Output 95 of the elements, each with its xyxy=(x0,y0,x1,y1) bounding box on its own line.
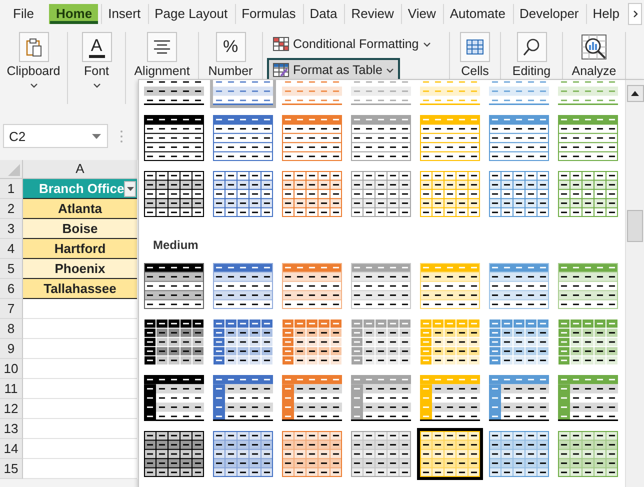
group-label: Alignment xyxy=(134,65,190,78)
ribbon-tab[interactable]: View xyxy=(400,4,442,24)
conditional-formatting-icon xyxy=(273,37,289,51)
group-label: Cells xyxy=(461,65,489,78)
row-header[interactable]: 7 xyxy=(0,299,23,319)
row-header[interactable]: 5 xyxy=(0,259,23,279)
table-style-thumbnail[interactable] xyxy=(141,168,207,220)
ribbon-button[interactable] xyxy=(516,32,546,62)
table-cell: Tallahassee xyxy=(23,279,137,299)
table-style-thumbnail[interactable] xyxy=(348,168,414,220)
table-style-thumbnail[interactable] xyxy=(486,372,552,424)
format-table-icon xyxy=(273,63,289,77)
section-heading: Medium xyxy=(153,238,200,252)
table-style-thumbnail[interactable] xyxy=(279,372,345,424)
table-style-thumbnail[interactable] xyxy=(279,168,345,220)
row-header[interactable]: 10 xyxy=(0,359,23,379)
group-label: Number xyxy=(208,65,253,78)
ribbon-button[interactable]: % xyxy=(216,32,246,62)
table-style-thumbnail[interactable] xyxy=(279,428,345,480)
table-style-thumbnail[interactable] xyxy=(279,260,345,312)
table-style-thumbnail[interactable] xyxy=(555,372,621,424)
table-style-thumbnail[interactable] xyxy=(141,260,207,312)
ribbon-tab[interactable]: Home xyxy=(48,4,98,24)
row-header[interactable]: 15 xyxy=(0,459,23,479)
group-label: Analyze xyxy=(572,65,616,78)
ribbon-button[interactable]: A xyxy=(82,32,112,62)
ribbon-button[interactable] xyxy=(147,32,177,62)
table-cell: Hartford xyxy=(23,239,137,259)
analyze-data-icon xyxy=(581,34,607,60)
ribbon-button[interactable] xyxy=(579,32,609,62)
ribbon-tab[interactable]: Data xyxy=(302,4,344,24)
clipboard-icon xyxy=(24,37,44,57)
cells-icon xyxy=(465,37,485,57)
filter-button[interactable] xyxy=(124,180,136,196)
table-style-thumbnail[interactable] xyxy=(348,428,414,480)
ribbon-tab[interactable]: Page Layout xyxy=(148,4,234,24)
ribbon-tab[interactable]: File xyxy=(6,4,40,24)
table-style-thumbnail[interactable] xyxy=(486,168,552,220)
column-header[interactable]: A xyxy=(23,160,137,179)
ribbon-tab[interactable]: Review xyxy=(344,4,400,24)
chevron-down-icon xyxy=(422,42,431,46)
table-style-thumbnail[interactable] xyxy=(486,260,552,312)
table-cell: Boise xyxy=(23,219,137,239)
ribbon-button[interactable]: Conditional Formatting xyxy=(267,32,437,56)
ribbon-tab[interactable]: Insert xyxy=(101,4,147,24)
chevron-down-icon xyxy=(386,68,394,72)
table-style-thumbnail[interactable] xyxy=(141,372,207,424)
triangle-up-icon xyxy=(631,91,639,96)
ribbon-tab[interactable]: Automate xyxy=(442,4,512,24)
table-cell: Atlanta xyxy=(23,199,137,219)
dropdown-arrow-icon xyxy=(126,186,134,190)
table-style-thumbnail[interactable] xyxy=(417,168,483,220)
table-style-thumbnail[interactable] xyxy=(210,260,276,312)
ribbon-tab[interactable]: Formulas xyxy=(234,4,302,24)
chevron-right-icon xyxy=(632,10,638,18)
row-header[interactable]: 13 xyxy=(0,419,23,439)
table-style-thumbnail[interactable] xyxy=(210,168,276,220)
table-style-thumbnail[interactable] xyxy=(417,428,483,480)
row-header[interactable]: 4 xyxy=(0,239,23,259)
table-header-cell: Branch Office xyxy=(39,181,124,196)
table-style-thumbnail[interactable] xyxy=(348,260,414,312)
table-style-thumbnail[interactable] xyxy=(348,372,414,424)
table-style-thumbnail[interactable] xyxy=(555,428,621,480)
row-header[interactable]: 8 xyxy=(0,319,23,339)
table-style-thumbnail[interactable] xyxy=(417,372,483,424)
row-header[interactable]: 9 xyxy=(0,339,23,359)
search-icon xyxy=(522,37,542,57)
scrollbar-thumb[interactable] xyxy=(627,210,643,242)
row-header[interactable]: 11 xyxy=(0,379,23,399)
more-tabs-button[interactable] xyxy=(628,3,642,25)
group-label: Clipboard xyxy=(6,65,60,78)
chevron-down-icon[interactable] xyxy=(92,83,100,88)
row-header[interactable]: 14 xyxy=(0,439,23,459)
ribbon-button[interactable] xyxy=(18,32,48,62)
group-label: Editing xyxy=(512,65,551,78)
dropdown-arrow-icon xyxy=(92,134,101,138)
table-style-thumbnail[interactable] xyxy=(210,428,276,480)
group-label: Font xyxy=(84,65,109,78)
table-style-thumbnail[interactable] xyxy=(555,260,621,312)
chevron-down-icon[interactable] xyxy=(30,83,38,88)
table-cell: Phoenix xyxy=(23,259,137,279)
name-box[interactable]: C2 xyxy=(3,124,108,148)
scroll-up-button[interactable] xyxy=(626,85,644,102)
row-header[interactable]: 12 xyxy=(0,399,23,419)
table-style-thumbnail[interactable] xyxy=(555,168,621,220)
ribbon-tab[interactable]: Help xyxy=(586,4,626,24)
table-style-thumbnail[interactable] xyxy=(417,260,483,312)
table-style-thumbnail[interactable] xyxy=(210,372,276,424)
table-style-thumbnail[interactable] xyxy=(141,428,207,480)
ribbon-tab[interactable]: Developer xyxy=(512,4,585,24)
row-header[interactable]: 3 xyxy=(0,219,23,239)
table-style-thumbnail[interactable] xyxy=(486,428,552,480)
row-header[interactable]: 6 xyxy=(0,279,23,299)
row-header[interactable]: 2 xyxy=(0,199,23,219)
row-header[interactable]: 1 xyxy=(0,179,23,199)
